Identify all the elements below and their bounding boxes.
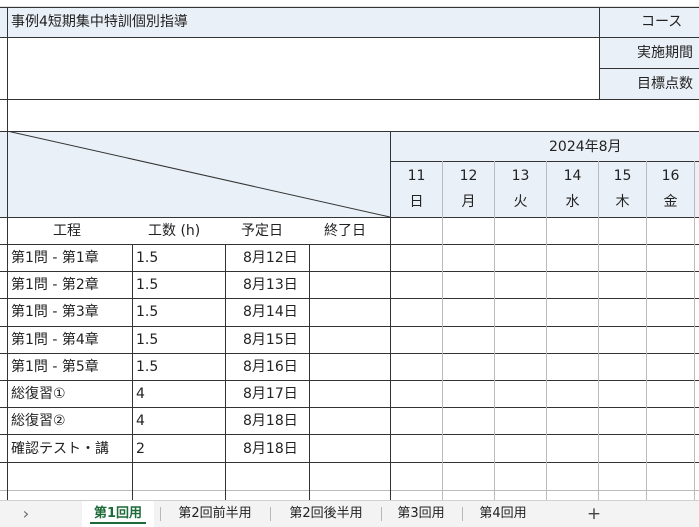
cell-hours[interactable]: 1.5 (136, 330, 158, 350)
tab-sheet-1[interactable]: 第1回用 (82, 501, 154, 527)
calendar-weekday: 水 (565, 194, 580, 210)
spreadsheet-grid[interactable]: 事例4短期集中特訓個別指導 コース 実施期間 目標点数 2024年8月 11 1… (0, 0, 699, 500)
calendar-month-label: 2024年8月 (549, 139, 622, 155)
calendar-weekday: 火 (513, 194, 528, 210)
cell-hours[interactable]: 4 (136, 411, 145, 431)
tab-sheet-2-second-half[interactable]: 第2回後半用 (274, 501, 378, 527)
cell-process[interactable]: 第1問 - 第4章 (11, 330, 99, 350)
cell-process[interactable]: 第1問 - 第3章 (11, 302, 99, 322)
calendar-weekday: 金 (663, 194, 678, 210)
cell-planned[interactable]: 8月18日 (243, 439, 298, 459)
cell-process[interactable]: 総復習② (11, 411, 66, 431)
cell-planned[interactable]: 8月14日 (243, 302, 298, 322)
calendar-weekday: 木 (615, 194, 630, 210)
course-label: コース (641, 14, 683, 30)
calendar-date: 15 (613, 168, 632, 184)
corner-diagonal (7, 131, 391, 218)
cell-planned[interactable]: 8月13日 (243, 275, 298, 295)
sheet-title: 事例4短期集中特訓個別指導 (11, 14, 188, 30)
target-label: 目標点数 (637, 76, 693, 92)
cell-planned[interactable]: 8月16日 (243, 357, 298, 377)
cell-planned[interactable]: 8月12日 (243, 248, 298, 268)
sheet-tab-bar: › 第1回用 第2回前半用 第2回後半用 第3回用 第4回用 + (0, 500, 699, 527)
cell-process[interactable]: 第1問 - 第1章 (11, 248, 99, 268)
column-header-hours: 工数 (h) (148, 223, 201, 239)
cell-planned[interactable]: 8月15日 (243, 330, 298, 350)
calendar-date: 13 (511, 168, 530, 184)
cell-planned[interactable]: 8月17日 (243, 384, 298, 404)
calendar-date: 14 (563, 168, 582, 184)
column-header-process: 工程 (53, 223, 81, 239)
cell-process[interactable]: 第1問 - 第2章 (11, 275, 99, 295)
cell-hours[interactable]: 1.5 (136, 357, 158, 377)
calendar-weekday: 月 (461, 194, 476, 210)
cell-hours[interactable]: 1.5 (136, 275, 158, 295)
calendar-date: 16 (661, 168, 680, 184)
column-header-done: 終了日 (324, 223, 366, 239)
tab-sheet-4[interactable]: 第4回用 (466, 501, 540, 527)
period-label: 実施期間 (637, 45, 693, 61)
cell-planned[interactable]: 8月18日 (243, 411, 298, 431)
cell-process[interactable]: 確認テスト・講 (11, 439, 132, 459)
cell-process[interactable]: 第1問 - 第5章 (11, 357, 99, 377)
cell-hours[interactable]: 4 (136, 384, 145, 404)
cell-hours[interactable]: 1.5 (136, 248, 158, 268)
cell-hours[interactable]: 2 (136, 439, 145, 459)
column-header-planned: 予定日 (241, 223, 283, 239)
cell-process[interactable]: 総復習① (11, 384, 66, 404)
tab-sheet-3[interactable]: 第3回用 (384, 501, 458, 527)
tab-scroll-chevron-icon[interactable]: › (14, 501, 38, 527)
calendar-date: 11 (407, 168, 426, 184)
add-sheet-plus-icon[interactable]: + (580, 501, 608, 527)
cell-hours[interactable]: 1.5 (136, 302, 158, 322)
calendar-date: 12 (459, 168, 478, 184)
calendar-weekday: 日 (409, 194, 424, 210)
tab-sheet-2-first-half[interactable]: 第2回前半用 (163, 501, 267, 527)
